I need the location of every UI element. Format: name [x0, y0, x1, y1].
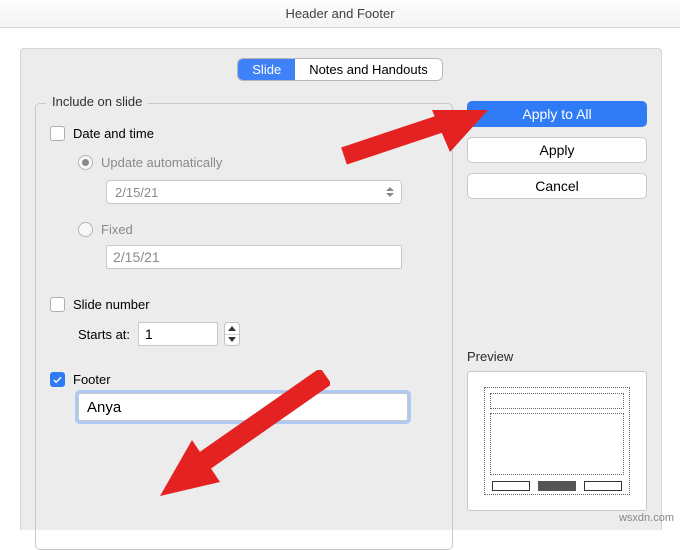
datetime-checkbox[interactable] [50, 126, 65, 141]
window-title: Header and Footer [0, 0, 680, 28]
action-buttons: Apply to All Apply Cancel [467, 101, 647, 199]
preview-pane [467, 371, 647, 511]
annotation-arrow-1 [340, 110, 488, 170]
annotation-arrow-2 [160, 370, 330, 500]
preview-label: Preview [467, 349, 647, 364]
tab-bar: Slide Notes and Handouts [0, 59, 680, 80]
datetime-label: Date and time [73, 126, 154, 141]
footer-value: Anya [87, 399, 121, 416]
startsat-input[interactable]: 1 [138, 322, 218, 346]
slidenum-checkbox[interactable] [50, 297, 65, 312]
startsat-stepper[interactable] [224, 322, 240, 346]
stepper-up-icon[interactable] [225, 323, 239, 334]
date-format-value: 2/15/21 [115, 185, 158, 200]
apply-button[interactable]: Apply [467, 137, 647, 163]
cancel-button[interactable]: Cancel [467, 173, 647, 199]
fixed-date-input[interactable]: 2/15/21 [106, 245, 402, 269]
startsat-label: Starts at: [78, 327, 130, 342]
update-auto-radio[interactable] [78, 155, 93, 170]
tab-slide[interactable]: Slide [238, 59, 295, 80]
apply-to-all-button[interactable]: Apply to All [467, 101, 647, 127]
tab-notes-handouts[interactable]: Notes and Handouts [295, 59, 442, 80]
fixed-date-value: 2/15/21 [113, 249, 160, 265]
fixed-label: Fixed [101, 222, 133, 237]
slidenum-label: Slide number [73, 297, 150, 312]
fixed-radio[interactable] [78, 222, 93, 237]
stepper-down-icon[interactable] [225, 334, 239, 346]
preview-slide [482, 385, 632, 497]
updown-icon [383, 184, 397, 200]
footer-label: Footer [73, 372, 111, 387]
update-auto-label: Update automatically [101, 155, 222, 170]
watermark: wsxdn.com [619, 512, 674, 524]
group-label: Include on slide [46, 94, 148, 109]
footer-checkbox[interactable] [50, 372, 65, 387]
startsat-value: 1 [145, 326, 153, 342]
date-format-popup[interactable]: 2/15/21 [106, 180, 402, 204]
